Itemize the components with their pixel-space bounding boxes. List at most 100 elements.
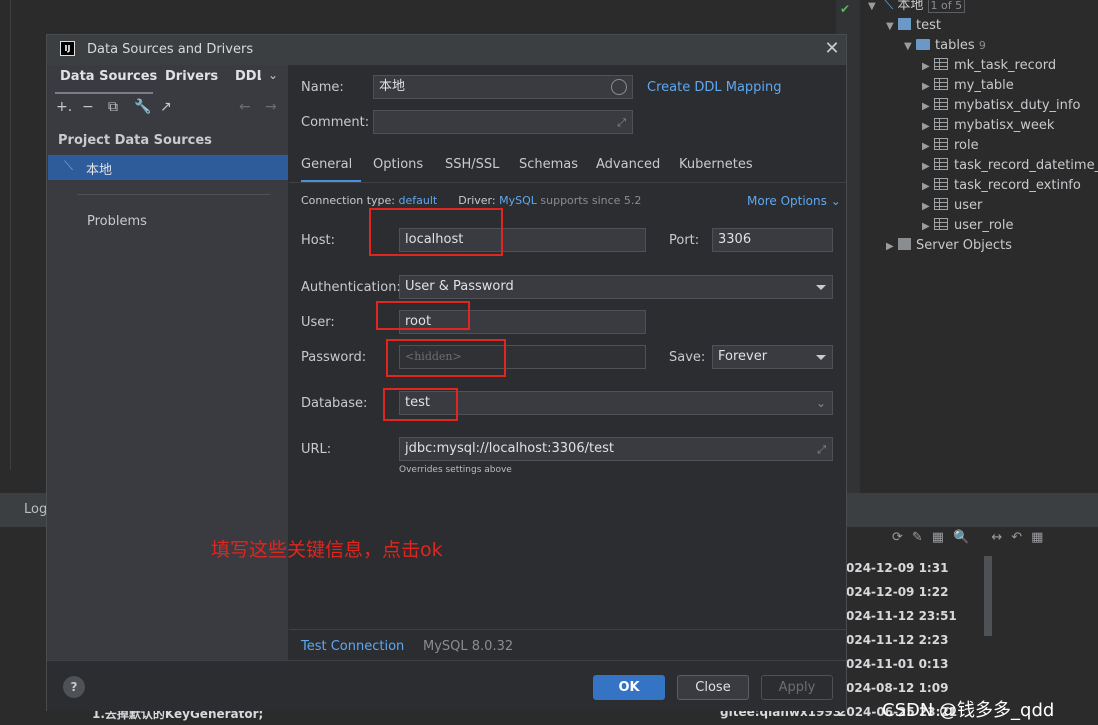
tab-data-sources[interactable]: Data Sources <box>60 69 157 84</box>
tree-table-item[interactable]: ▶ my_table <box>868 76 1098 96</box>
ok-button[interactable]: OK <box>593 675 665 700</box>
expand-icon[interactable]: ⤢ <box>617 112 626 134</box>
tab-options[interactable]: Options <box>373 157 423 172</box>
tree-table-item[interactable]: ▶ user <box>868 196 1098 216</box>
tree-table-item[interactable]: ▶ task_record_datetime_ex <box>868 156 1098 176</box>
highlight-host <box>369 208 503 256</box>
chevron-down-icon[interactable]: ⌄ <box>816 392 826 414</box>
url-label: URL: <box>301 442 332 457</box>
ide-editor-area <box>46 0 836 34</box>
highlight-database <box>383 388 458 421</box>
tab-general[interactable]: General <box>301 157 352 172</box>
dialog-main: Name: 本地 Create DDL Mapping Comment: ⤢ G… <box>211 65 846 660</box>
tab-advanced[interactable]: Advanced <box>596 157 660 172</box>
database-field[interactable]: test ⌄ <box>399 391 833 415</box>
problems-item[interactable]: Problems <box>87 214 147 229</box>
watermark: CSDN @钱多多_qdd <box>882 700 1055 721</box>
comment-field[interactable]: ⤢ <box>373 110 633 134</box>
table-icon <box>934 218 948 230</box>
expand-icon[interactable]: ⤢ <box>817 439 826 461</box>
forward-arrow-icon[interactable]: → <box>265 99 277 115</box>
dialog-title: Data Sources and Drivers <box>87 42 254 57</box>
color-circle-icon[interactable] <box>611 79 627 95</box>
url-value: jdbc:mysql://localhost:3306/test <box>405 441 614 456</box>
tab-schemas[interactable]: Schemas <box>519 157 578 172</box>
table-name: mk_task_record <box>954 58 1057 73</box>
driver-link[interactable]: MySQL <box>499 194 537 207</box>
apply-button[interactable]: Apply <box>761 675 833 700</box>
tab-drivers[interactable]: Drivers <box>165 69 218 84</box>
more-options-link[interactable]: More Options ⌄ <box>747 194 841 208</box>
chevron-right-icon: ▶ <box>922 161 930 172</box>
connection-info-line: Connection type: default Driver: MySQL s… <box>301 194 641 207</box>
tab-kubernetes[interactable]: Kubernetes <box>679 157 753 172</box>
highlight-password <box>386 339 506 377</box>
test-connection-link[interactable]: Test Connection <box>301 639 404 654</box>
name-field[interactable]: 本地 <box>373 75 633 99</box>
highlight-user <box>376 301 470 330</box>
open-external-icon[interactable]: ↗ <box>160 99 172 115</box>
close-button[interactable]: Close <box>677 675 749 700</box>
ide-gutter-line <box>10 0 11 470</box>
save-dropdown[interactable]: Forever <box>712 345 833 369</box>
server-objects-icon <box>898 238 911 250</box>
database-tree: ▼ ⟍ 本地 1 of 5 ▼ test ▼ tables 9 ▶ mk_task_r… <box>868 0 1098 256</box>
tree-table-item[interactable]: ▶ role <box>868 136 1098 156</box>
tables-count: 9 <box>978 39 986 52</box>
url-field[interactable]: jdbc:mysql://localhost:3306/test ⤢ <box>399 437 833 461</box>
authentication-dropdown[interactable]: User & Password <box>399 275 833 299</box>
footer-separator <box>289 629 846 630</box>
data-sources-dialog: IJ Data Sources and Drivers ✕ Data Sourc… <box>46 34 847 711</box>
section-label: Project Data Sources <box>58 133 212 148</box>
tab-ssh-ssl[interactable]: SSH/SSL <box>445 157 499 172</box>
tree-table-item[interactable]: ▶ mybatisx_week <box>868 116 1098 136</box>
driver-label: Driver: <box>458 194 496 207</box>
log-tab[interactable]: Log <box>24 502 47 517</box>
tree-table-item[interactable]: ▶ mybatisx_duty_info <box>868 96 1098 116</box>
datasource-item-label: 本地 <box>86 163 113 178</box>
back-arrow-icon[interactable]: ← <box>239 99 251 115</box>
remove-icon[interactable]: − <box>82 99 94 115</box>
close-icon[interactable]: ✕ <box>822 38 842 59</box>
tree-tables-folder[interactable]: ▼ tables 9 <box>868 36 1098 56</box>
wrench-icon[interactable]: 🔧 <box>134 99 151 115</box>
tab-ddl[interactable]: DDL <box>235 69 261 84</box>
table-icon <box>934 138 948 150</box>
help-button[interactable]: ? <box>63 676 85 698</box>
dialog-titlebar: IJ Data Sources and Drivers ✕ <box>47 35 846 65</box>
table-icon <box>934 98 948 110</box>
name-value: 本地 <box>379 79 406 94</box>
create-ddl-link[interactable]: Create DDL Mapping <box>647 80 782 95</box>
datasource-icon: ⟍ <box>884 0 894 13</box>
dialog-button-bar: ? OK Close Apply <box>47 660 846 711</box>
copy-icon[interactable]: ⧉ <box>108 99 118 115</box>
authentication-label: Authentication: <box>301 280 401 295</box>
port-field[interactable]: 3306 <box>712 228 833 252</box>
datasource-item[interactable]: ⟍ 本地 <box>48 155 288 180</box>
vcs-toolbar-icons[interactable]: ⟳✎▦🔍 ↔↶▦ <box>892 530 1052 545</box>
table-name: user <box>954 198 983 213</box>
tree-server-objects[interactable]: ▶ Server Objects <box>868 236 1098 256</box>
password-label: Password: <box>301 350 367 365</box>
schema-icon <box>898 18 911 30</box>
commit-date: 024-12-09 1:22 <box>846 585 949 599</box>
intellij-logo-icon: IJ <box>60 41 75 56</box>
save-value: Forever <box>718 349 768 364</box>
tree-table-item[interactable]: ▶ task_record_extinfo <box>868 176 1098 196</box>
tree-table-item[interactable]: ▶ user_role <box>868 216 1098 236</box>
authentication-value: User & Password <box>405 279 514 294</box>
add-icon[interactable]: +. <box>56 99 72 115</box>
tree-table-item[interactable]: ▶ mk_task_record <box>868 56 1098 76</box>
tree-schema[interactable]: ▼ test <box>868 16 1098 36</box>
chevron-right-icon: ▶ <box>922 221 930 232</box>
connection-type-link[interactable]: default <box>399 194 438 207</box>
port-value: 3306 <box>718 232 752 247</box>
tree-datasource[interactable]: ▼ ⟍ 本地 1 of 5 <box>868 0 1098 16</box>
tree-server-objects-label: Server Objects <box>916 238 1012 253</box>
chevron-right-icon: ▶ <box>922 101 930 112</box>
table-name: my_table <box>954 78 1014 93</box>
scrollbar[interactable] <box>984 556 992 636</box>
mysql-icon: ⟍ <box>64 159 74 174</box>
chevron-down-icon[interactable]: ⌄ <box>268 68 278 82</box>
dialog-sidebar: Data Sources Drivers DDL ⌄ +. − ⧉ 🔧 ↗ ← … <box>47 65 288 660</box>
